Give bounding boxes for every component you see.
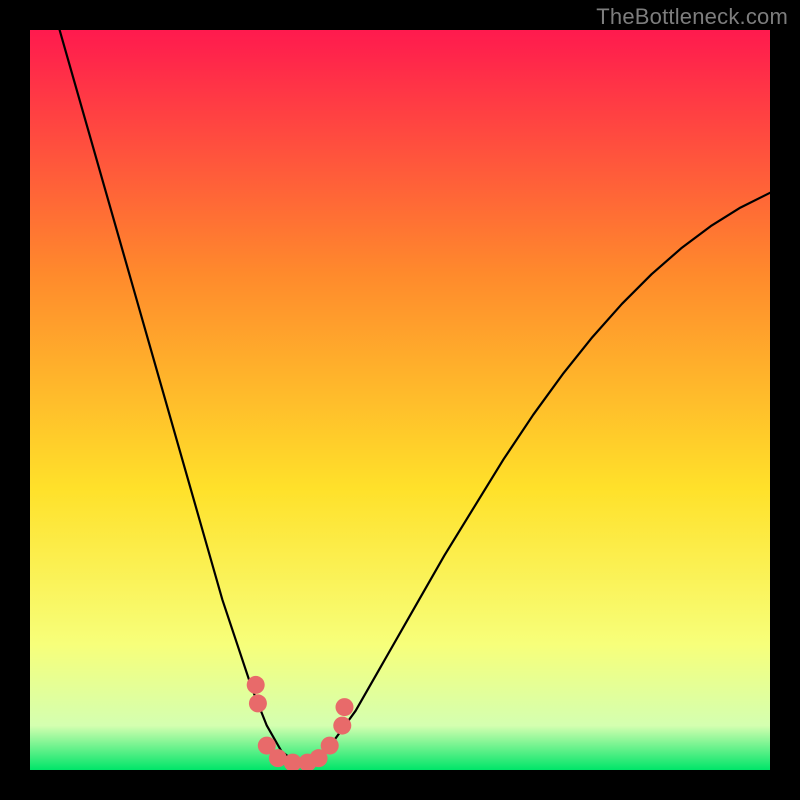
bottleneck-marker: [333, 717, 351, 735]
watermark-text: TheBottleneck.com: [596, 4, 788, 30]
bottleneck-marker: [336, 698, 354, 716]
bottleneck-chart: [30, 30, 770, 770]
gradient-background: [30, 30, 770, 770]
bottleneck-marker: [249, 694, 267, 712]
plot-area: [30, 30, 770, 770]
chart-frame: TheBottleneck.com: [0, 0, 800, 800]
bottleneck-marker: [247, 676, 265, 694]
bottleneck-marker: [321, 737, 339, 755]
